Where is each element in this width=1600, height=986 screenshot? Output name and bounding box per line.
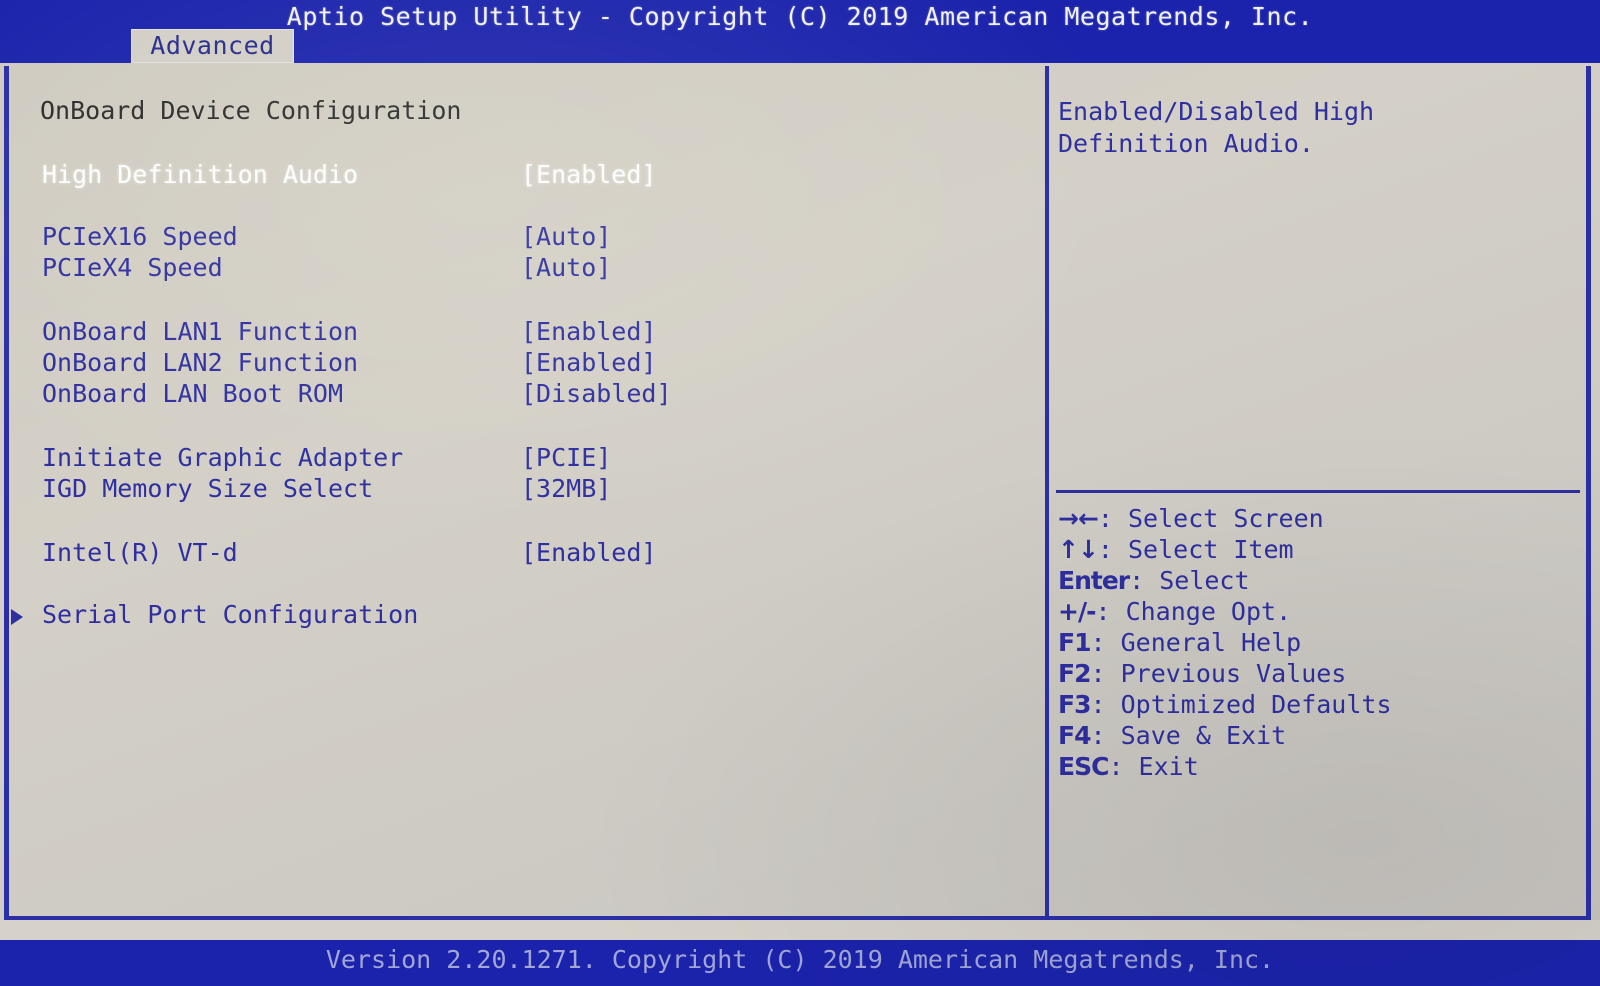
- legend-item: F3: Optimized Defaults: [1058, 689, 1578, 720]
- setting-row[interactable]: IGD Memory Size Select [32MB]: [0, 473, 1040, 504]
- key-legend: →←: Select Screen ↑↓: Select Item Enter: S…: [1058, 503, 1578, 782]
- footer-gap: [0, 920, 1600, 940]
- help-panel: Enabled/Disabled High Definition Audio. …: [1049, 63, 1586, 940]
- setting-value[interactable]: [Disabled]: [521, 378, 672, 409]
- legend-action: : General Help: [1090, 628, 1302, 657]
- version-text: Version 2.20.1271. Copyright (C) 2019 Am…: [325, 945, 1275, 974]
- setting-row[interactable]: Serial Port Configuration: [0, 599, 1040, 630]
- legend-key: +/-: [1058, 597, 1096, 626]
- frame-right-border: [1586, 66, 1591, 921]
- legend-key: F3: [1058, 690, 1091, 719]
- setting-row[interactable]: Initiate Graphic Adapter [PCIE]: [0, 442, 1040, 473]
- legend-item: Enter: Select: [1058, 565, 1578, 596]
- legend-key: F4: [1058, 721, 1091, 750]
- legend-key: ↑↓: [1058, 535, 1099, 564]
- help-separator: [1056, 490, 1580, 493]
- submenu-arrow-icon: [11, 609, 23, 625]
- bios-setup-screen: Aptio Setup Utility - Copyright (C) 2019…: [0, 0, 1600, 986]
- setting-row[interactable]: Intel(R) VT-d [Enabled]: [0, 537, 1040, 568]
- setting-value[interactable]: [Auto]: [521, 252, 611, 283]
- setting-label: PCIeX16 Speed: [42, 222, 238, 251]
- legend-key: ESC: [1058, 752, 1109, 781]
- setting-label: IGD Memory Size Select: [42, 474, 374, 503]
- help-description: Enabled/Disabled High Definition Audio.: [1058, 97, 1375, 158]
- setting-value[interactable]: [Enabled]: [521, 537, 656, 568]
- legend-item: F2: Previous Values: [1058, 658, 1578, 689]
- setting-label: OnBoard LAN2 Function: [42, 348, 359, 377]
- legend-key: →←: [1058, 504, 1099, 533]
- legend-action: : Select Item: [1097, 535, 1294, 564]
- setting-label: PCIeX4 Speed: [42, 253, 223, 282]
- setting-value[interactable]: [Enabled]: [521, 159, 656, 190]
- setting-value[interactable]: [Enabled]: [521, 347, 656, 378]
- legend-item: ↑↓: Select Item: [1058, 534, 1578, 565]
- legend-action: : Select Screen: [1097, 504, 1324, 533]
- legend-item: F1: General Help: [1058, 627, 1578, 658]
- legend-key: Enter: [1058, 566, 1130, 595]
- setting-row[interactable]: PCIeX4 Speed [Auto]: [0, 252, 1040, 283]
- legend-key: F2: [1058, 659, 1091, 688]
- legend-action: : Previous Values: [1090, 659, 1347, 688]
- setting-row[interactable]: OnBoard LAN Boot ROM [Disabled]: [0, 378, 1040, 409]
- legend-item: +/-: Change Opt.: [1058, 596, 1578, 627]
- setting-label: High Definition Audio: [42, 160, 359, 189]
- setting-row[interactable]: OnBoard LAN1 Function [Enabled]: [0, 316, 1040, 347]
- legend-action: : Exit: [1108, 752, 1199, 781]
- legend-action: : Select: [1129, 566, 1250, 595]
- setting-row[interactable]: High Definition Audio [Enabled]: [0, 159, 1040, 190]
- legend-action: : Save & Exit: [1090, 721, 1287, 750]
- setting-label: OnBoard LAN Boot ROM: [42, 379, 344, 408]
- setting-value[interactable]: [Enabled]: [521, 316, 656, 347]
- setting-row[interactable]: OnBoard LAN2 Function [Enabled]: [0, 347, 1040, 378]
- legend-action: : Optimized Defaults: [1090, 690, 1392, 719]
- setting-label: Initiate Graphic Adapter: [42, 443, 404, 472]
- legend-item: F4: Save & Exit: [1058, 720, 1578, 751]
- setting-value[interactable]: [PCIE]: [521, 442, 611, 473]
- footer-bar: Version 2.20.1271. Copyright (C) 2019 Am…: [0, 940, 1600, 986]
- settings-list: OnBoard Device Configuration High Defini…: [0, 63, 1040, 940]
- legend-item: ESC: Exit: [1058, 751, 1578, 782]
- setting-label: OnBoard LAN1 Function: [42, 317, 359, 346]
- setting-label: Serial Port Configuration: [42, 600, 419, 629]
- setting-value[interactable]: [32MB]: [521, 473, 611, 504]
- setting-label: Intel(R) VT-d: [42, 538, 238, 567]
- tab-advanced[interactable]: Advanced: [131, 29, 294, 63]
- setting-row[interactable]: PCIeX16 Speed [Auto]: [0, 221, 1040, 252]
- setting-value[interactable]: [Auto]: [521, 221, 611, 252]
- section-title: OnBoard Device Configuration: [40, 96, 462, 125]
- legend-action: : Change Opt.: [1095, 597, 1292, 626]
- legend-item: →←: Select Screen: [1058, 503, 1578, 534]
- legend-key: F1: [1058, 628, 1091, 657]
